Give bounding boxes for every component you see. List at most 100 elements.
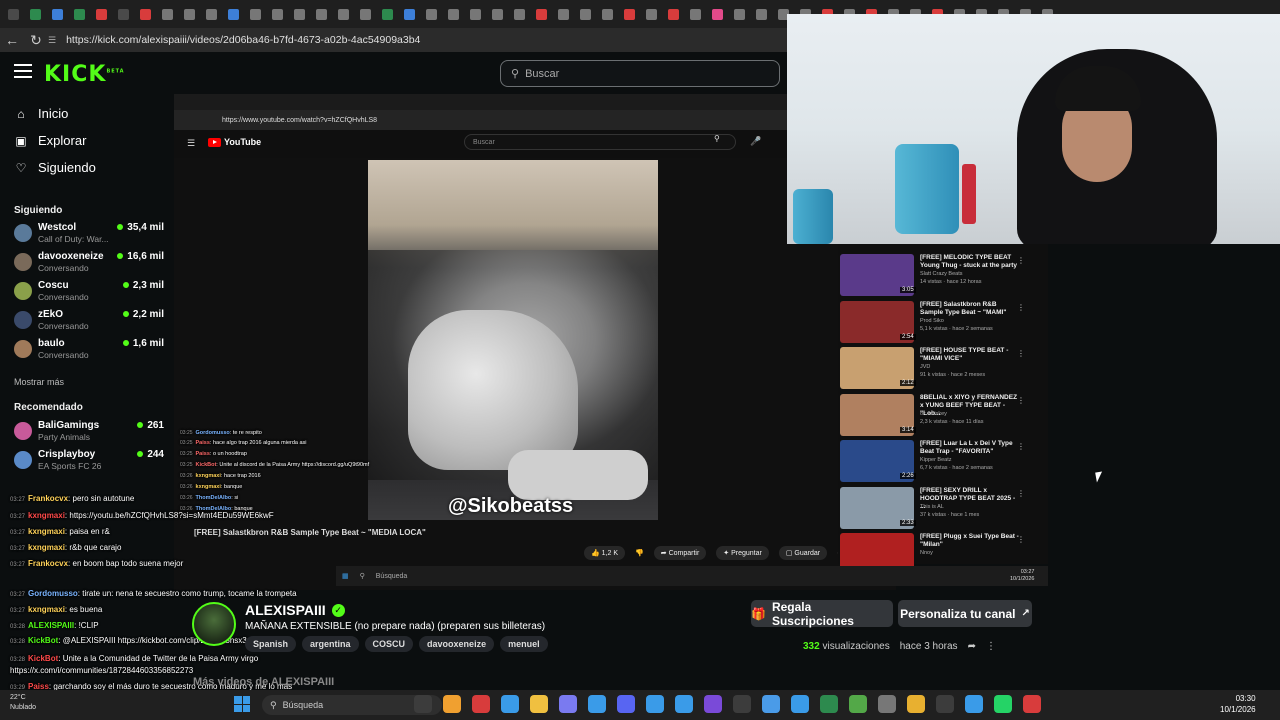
browser-tab[interactable] bbox=[666, 5, 681, 23]
browser-tab[interactable] bbox=[380, 5, 395, 23]
chat-timestamp: 03:25 bbox=[180, 462, 193, 468]
taskbar-app-icon[interactable] bbox=[443, 695, 461, 713]
browser-tab[interactable] bbox=[468, 5, 483, 23]
kick-logo[interactable]: KICKBETA bbox=[44, 62, 125, 87]
chat-message: 03:28 ALEXISPAIII: !CLIP bbox=[10, 621, 99, 630]
browser-tab[interactable] bbox=[490, 5, 505, 23]
tab-favicon-icon bbox=[426, 8, 437, 20]
taskbar-app-icon[interactable] bbox=[414, 695, 432, 713]
customize-channel-button[interactable]: Personaliza tu canal ↗ bbox=[898, 600, 1032, 627]
browser-tab[interactable] bbox=[512, 5, 527, 23]
taskbar-app-icon[interactable] bbox=[878, 695, 896, 713]
nav-item-following[interactable]: ♡ Siguiendo bbox=[14, 160, 96, 175]
taskbar-app-icon[interactable] bbox=[820, 695, 838, 713]
nav-item-home[interactable]: ⌂ Inicio bbox=[14, 106, 68, 121]
browser-tab[interactable] bbox=[6, 5, 21, 23]
stream-tag[interactable]: argentina bbox=[302, 636, 359, 652]
browser-tab[interactable] bbox=[138, 5, 153, 23]
stream-tag[interactable]: COSCU bbox=[364, 636, 414, 652]
taskbar-app-icon[interactable] bbox=[588, 695, 606, 713]
channel-item[interactable]: Westcol Call of Duty: War... 35,4 mil bbox=[14, 222, 164, 250]
browser-tab[interactable] bbox=[534, 5, 549, 23]
gift-subscriptions-button[interactable]: 🎁 Regala Suscripciones bbox=[751, 600, 893, 628]
stream-title: MAÑANA EXTENSIBLE (no prepare nada) (pre… bbox=[245, 621, 546, 632]
stream-tag[interactable]: menuel bbox=[500, 636, 548, 652]
browser-tab[interactable] bbox=[270, 5, 285, 23]
browser-tab[interactable] bbox=[204, 5, 219, 23]
hamburger-menu-icon[interactable] bbox=[14, 64, 32, 80]
browser-tab[interactable] bbox=[600, 5, 615, 23]
windows-start-icon[interactable] bbox=[234, 696, 250, 712]
browser-tab[interactable] bbox=[754, 5, 769, 23]
taskbar-app-icon[interactable] bbox=[646, 695, 664, 713]
channel-item[interactable]: Crisplayboy EA Sports FC 26 244 bbox=[14, 449, 164, 477]
search-input[interactable]: ⚲ Buscar bbox=[500, 60, 780, 87]
browser-tab[interactable] bbox=[402, 5, 417, 23]
browser-tab[interactable] bbox=[94, 5, 109, 23]
site-info-icon[interactable]: ☰ bbox=[48, 35, 56, 46]
taskbar-app-icon[interactable] bbox=[675, 695, 693, 713]
taskbar-app-icon[interactable] bbox=[907, 695, 925, 713]
share-label: Compartir bbox=[668, 550, 700, 557]
browser-tab[interactable] bbox=[556, 5, 571, 23]
tab-favicon-icon bbox=[272, 8, 283, 20]
channel-item[interactable]: baulo Conversando 1,6 mil bbox=[14, 338, 164, 366]
browser-tab[interactable] bbox=[446, 5, 461, 23]
browser-tab[interactable] bbox=[644, 5, 659, 23]
taskbar-app-icon[interactable] bbox=[994, 695, 1012, 713]
taskbar-app-icon[interactable] bbox=[1023, 695, 1041, 713]
weather-widget[interactable]: 22°C Nublado bbox=[10, 693, 36, 713]
browser-tab[interactable] bbox=[160, 5, 175, 23]
taskbar-app-icon[interactable] bbox=[501, 695, 519, 713]
browser-tab[interactable] bbox=[72, 5, 87, 23]
show-more-link[interactable]: Mostrar más bbox=[14, 377, 64, 387]
channel-name: zEkO bbox=[38, 309, 64, 320]
browser-tab[interactable] bbox=[710, 5, 725, 23]
taskbar-app-icon[interactable] bbox=[472, 695, 490, 713]
webcam-overlay bbox=[787, 14, 1280, 244]
channel-item[interactable]: davooxeneize Conversando 16,6 mil bbox=[14, 251, 164, 279]
stream-tag[interactable]: davooxeneize bbox=[419, 636, 495, 652]
kebab-menu-icon[interactable]: ⋮ bbox=[986, 641, 996, 652]
browser-tab[interactable] bbox=[314, 5, 329, 23]
channel-item[interactable]: BaliGamings Party Animals 261 bbox=[14, 420, 164, 448]
browser-tab[interactable] bbox=[424, 5, 439, 23]
browser-tab[interactable] bbox=[292, 5, 307, 23]
browser-tab[interactable] bbox=[336, 5, 351, 23]
browser-tab[interactable] bbox=[578, 5, 593, 23]
browser-tab[interactable] bbox=[182, 5, 197, 23]
taskbar-app-icon[interactable] bbox=[965, 695, 983, 713]
back-arrow-icon[interactable]: ← bbox=[0, 28, 24, 52]
browser-tab[interactable] bbox=[358, 5, 373, 23]
taskbar-app-icon[interactable] bbox=[733, 695, 751, 713]
browser-tab[interactable] bbox=[116, 5, 131, 23]
nav-item-explore[interactable]: ▣ Explorar bbox=[14, 133, 86, 148]
taskbar-app-icon[interactable] bbox=[617, 695, 635, 713]
taskbar-app-icon[interactable] bbox=[530, 695, 548, 713]
channel-avatar[interactable] bbox=[192, 602, 236, 646]
reload-icon[interactable]: ↻ bbox=[24, 28, 48, 52]
tab-favicon-icon bbox=[52, 8, 63, 20]
taskbar-app-icon[interactable] bbox=[791, 695, 809, 713]
browser-tab[interactable] bbox=[248, 5, 263, 23]
taskbar-app-icon[interactable] bbox=[936, 695, 954, 713]
taskbar-app-icon[interactable] bbox=[849, 695, 867, 713]
browser-tab[interactable] bbox=[688, 5, 703, 23]
taskbar-app-icon[interactable] bbox=[559, 695, 577, 713]
system-clock[interactable]: 03:30 10/1/2026 bbox=[1220, 693, 1256, 715]
stream-tag[interactable]: Spanish bbox=[245, 636, 297, 652]
taskbar-app-icon[interactable] bbox=[704, 695, 722, 713]
channel-item[interactable]: zEkO Conversando 2,2 mil bbox=[14, 309, 164, 337]
browser-tab[interactable] bbox=[622, 5, 637, 23]
share-icon[interactable]: ➦ bbox=[968, 641, 976, 652]
channel-item[interactable]: Coscu Conversando 2,3 mil bbox=[14, 280, 164, 308]
channel-name[interactable]: ALEXISPAIII ✓ bbox=[245, 602, 345, 618]
browser-tab[interactable] bbox=[226, 5, 241, 23]
taskbar-app-icon[interactable] bbox=[762, 695, 780, 713]
tab-favicon-icon bbox=[140, 8, 151, 20]
browser-tab[interactable] bbox=[732, 5, 747, 23]
tab-favicon-icon bbox=[470, 8, 481, 20]
browser-tab[interactable] bbox=[28, 5, 43, 23]
browser-tab[interactable] bbox=[50, 5, 65, 23]
url-field[interactable]: https://kick.com/alexispaiii/videos/2d06… bbox=[66, 34, 420, 46]
